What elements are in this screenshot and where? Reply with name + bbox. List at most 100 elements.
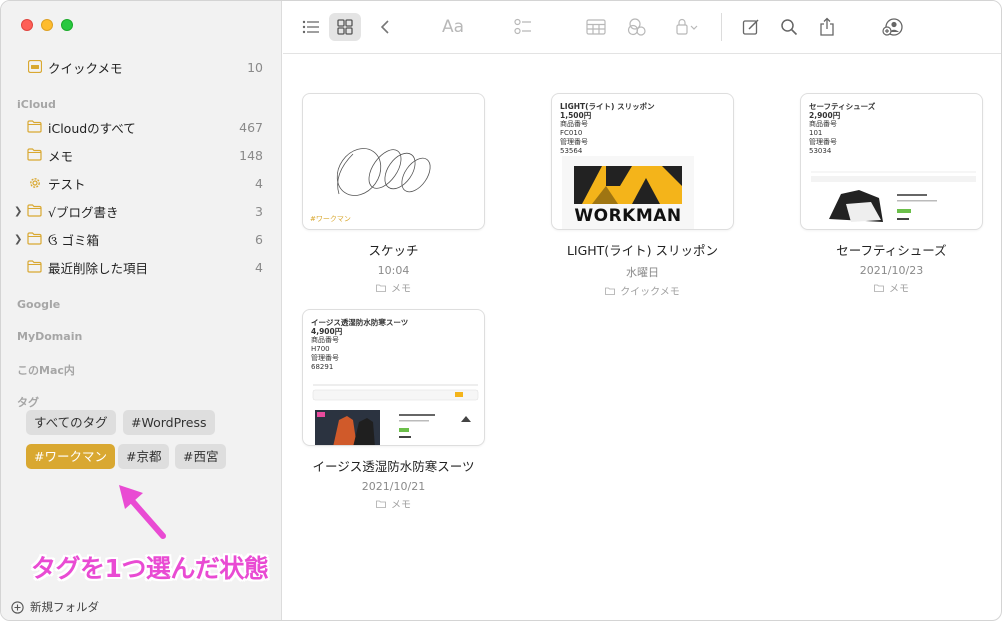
chevron-right-icon[interactable]: ❯ — [14, 206, 22, 217]
search-icon — [781, 19, 798, 36]
sidebar-item-count: 10 — [247, 59, 263, 75]
google-section-header[interactable]: Google — [17, 298, 60, 311]
note-folder-label: メモ — [391, 500, 411, 511]
list-view-button[interactable] — [295, 13, 327, 41]
sidebar-item-recently-deleted[interactable]: 最近削除した項目 4 — [1, 255, 282, 279]
preview-price: 1,500円 — [560, 111, 592, 120]
sidebar-item-memo[interactable]: メモ 148 — [1, 143, 282, 167]
note-date: 2021/10/21 — [361, 480, 426, 493]
note-date: 水曜日 — [626, 266, 659, 279]
note-card-safety-shoes[interactable]: セーフティシューズ 2,900円 商品番号 101 管理番号 53034 セーフ… — [800, 93, 983, 295]
note-folder: クイックメモ — [551, 283, 734, 298]
lock-button[interactable] — [669, 13, 705, 41]
grid-icon — [337, 19, 353, 35]
note-title: セーフティシューズ — [836, 243, 947, 258]
mac-section-header[interactable]: このMac内 — [17, 362, 75, 378]
chevron-right-icon[interactable]: ❯ — [14, 234, 22, 245]
sidebar-item-test[interactable]: テスト 4 — [1, 171, 282, 195]
webpage-preview — [312, 384, 479, 445]
note-date: 10:04 — [377, 264, 410, 277]
back-button[interactable] — [369, 13, 401, 41]
sidebar-item-count: 4 — [255, 175, 263, 191]
sketch-drawing — [336, 148, 431, 196]
table-icon — [586, 19, 606, 35]
toolbar: Aa — [283, 1, 1001, 54]
folder-icon — [376, 284, 386, 292]
preview-line: 管理番号 — [560, 138, 588, 146]
format-button[interactable]: Aa — [437, 13, 469, 41]
note-folder: メモ — [302, 280, 485, 295]
search-button[interactable] — [773, 13, 805, 41]
sidebar-item-trash[interactable]: ❯ ઉ ゴミ箱 6 — [1, 227, 282, 251]
new-note-button[interactable] — [735, 13, 767, 41]
note-card-sketch[interactable]: #ワークマン スケッチ 10:04 メモ — [302, 93, 485, 295]
annotation-text: タグを1つ選んだ状態 — [31, 554, 269, 583]
sidebar-item-icloud-all[interactable]: iCloudのすべて 467 — [1, 115, 282, 139]
sidebar-item-label: 最近削除した項目 — [48, 260, 149, 276]
collaborate-button[interactable] — [877, 13, 909, 41]
preview-line: 商品番号 — [560, 120, 588, 128]
note-title: スケッチ — [368, 243, 419, 258]
annotation-arrow — [119, 485, 166, 539]
share-icon — [820, 17, 834, 36]
sidebar-item-count: 467 — [239, 119, 263, 135]
note-thumbnail: LIGHT(ライト) スリッポン 1,500円 商品番号 FC010 管理番号 … — [551, 93, 734, 230]
preview-tag: #ワークマン — [310, 215, 351, 223]
folder-icon — [874, 284, 884, 292]
sidebar-item-count: 3 — [255, 203, 263, 219]
zoom-button[interactable] — [61, 19, 73, 31]
close-button[interactable] — [21, 19, 33, 31]
webpage-preview — [811, 171, 976, 222]
sidebar-item-label: ઉ ゴミ箱 — [48, 230, 99, 249]
new-folder-label: 新規フォルダ — [30, 600, 99, 614]
note-title: イージス透湿防水防寒スーツ — [312, 459, 475, 474]
note-card-aegis-suit[interactable]: イージス透湿防水防寒スーツ 4,900円 商品番号 H700 管理番号 6829… — [302, 309, 485, 511]
tag-nishinomiya[interactable]: #西宮 — [175, 444, 227, 469]
tag-wordpress[interactable]: #WordPress — [123, 410, 215, 435]
note-folder-label: メモ — [391, 284, 411, 295]
minimize-button[interactable] — [41, 19, 53, 31]
icloud-section-header: iCloud — [17, 98, 56, 111]
sidebar-item-quick-note[interactable]: クイックメモ 10 — [1, 55, 282, 79]
workman-logo: WORKMAN — [562, 156, 694, 229]
sidebar-item-label: √ブログ書き — [48, 204, 119, 220]
compose-icon — [742, 19, 759, 35]
share-button[interactable] — [811, 13, 843, 41]
note-card-light-slipon[interactable]: LIGHT(ライト) スリッポン 1,500円 商品番号 FC010 管理番号 … — [551, 93, 734, 298]
tags-section-header[interactable]: タグ — [17, 394, 39, 410]
folder-icon — [27, 147, 42, 162]
trash-glyph: ઉ — [48, 232, 58, 248]
note-title: LIGHT(ライト) スリッポン — [566, 243, 719, 258]
gallery-view-button[interactable] — [329, 13, 361, 41]
toolbar-divider — [721, 13, 722, 41]
sidebar-item-count: 6 — [255, 231, 263, 247]
tag-kyoto[interactable]: #京都 — [118, 444, 170, 469]
workman-logo-text: WORKMAN — [574, 206, 682, 226]
preview-line: 53564 — [560, 147, 583, 155]
sidebar-item-blog[interactable]: ❯ √ブログ書き 3 — [1, 199, 282, 223]
tag-all[interactable]: すべてのタグ — [26, 410, 116, 435]
note-folder: メモ — [800, 280, 983, 295]
person-add-icon — [882, 18, 903, 36]
mydomain-section-header[interactable]: MyDomain — [17, 330, 82, 343]
tag-workman[interactable]: #ワークマン — [26, 444, 115, 469]
sidebar-item-label: クイックメモ — [48, 60, 123, 76]
sidebar: クイックメモ 10 iCloud iCloudのすべて 467 メモ 148 テ… — [1, 1, 282, 620]
sidebar-item-label: iCloudのすべて — [48, 120, 136, 136]
sidebar-item-count: 4 — [255, 259, 263, 275]
list-icon — [302, 20, 319, 34]
folder-icon — [27, 203, 42, 218]
folder-icon — [27, 119, 42, 134]
sidebar-item-count: 148 — [239, 147, 263, 163]
media-button[interactable] — [621, 13, 653, 41]
folder-icon — [27, 259, 42, 274]
note-folder-label: メモ — [889, 284, 909, 295]
quick-note-icon — [27, 59, 42, 74]
note-folder-label: クイックメモ — [620, 287, 680, 298]
sidebar-item-label: テスト — [48, 176, 86, 192]
new-folder-button[interactable]: 新規フォルダ — [11, 599, 99, 615]
table-button[interactable] — [580, 13, 612, 41]
folder-icon — [27, 231, 42, 246]
folder-icon — [605, 287, 616, 295]
checklist-button[interactable] — [507, 13, 539, 41]
